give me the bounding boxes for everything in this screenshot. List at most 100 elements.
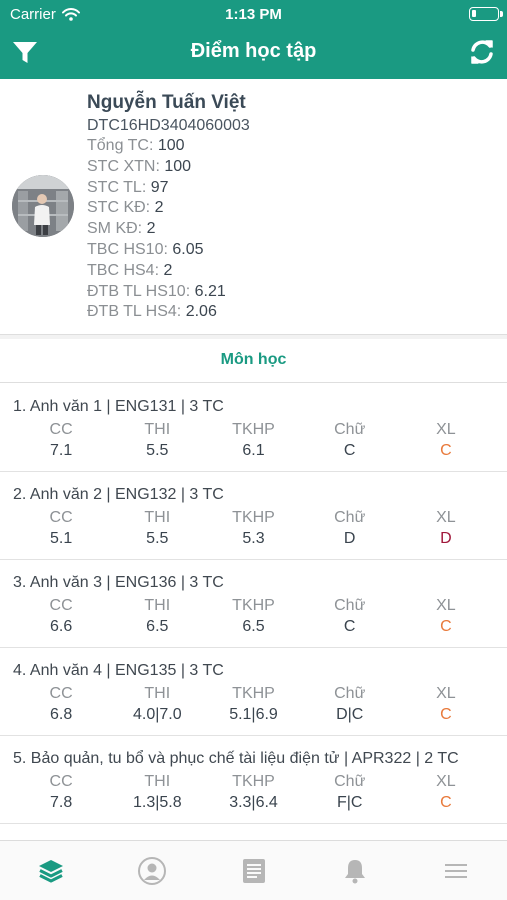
grade-xl: C xyxy=(440,618,452,635)
grade-xl: D xyxy=(440,530,452,547)
col-header-xl: XL xyxy=(436,421,456,438)
grade-xl: C xyxy=(440,442,452,459)
refresh-button[interactable] xyxy=(467,37,497,67)
grade-cc: 6.6 xyxy=(49,618,73,635)
col-header-cc: CC xyxy=(49,773,73,790)
stat-label: STC KĐ: xyxy=(87,199,151,217)
avatar[interactable] xyxy=(12,175,74,237)
col-header-chu: Chữ xyxy=(334,597,366,614)
col-header-tkhp: TKHP xyxy=(232,509,275,526)
col-header-xl: XL xyxy=(436,685,456,702)
top-bar: Carrier 1:13 PM Điểm học tập xyxy=(0,0,507,79)
stat-row: STC TL: 97 xyxy=(87,178,497,199)
stat-row: STC KĐ: 2 xyxy=(87,198,497,219)
course-item[interactable]: 1. Anh văn 1 | ENG131 | 3 TC CC 7.1 THI 5.… xyxy=(0,384,507,472)
course-title: 2. Anh văn 2 | ENG132 | 3 TC xyxy=(13,486,224,503)
grade-cc: 7.8 xyxy=(49,794,73,811)
grade-chu: C xyxy=(343,442,356,459)
tab-documents[interactable] xyxy=(203,841,304,900)
document-icon xyxy=(242,858,265,883)
stat-value: 2.06 xyxy=(185,303,217,321)
col-header-xl: XL xyxy=(436,773,456,790)
grade-tkhp: 6.5 xyxy=(242,618,265,635)
avatar-photo-icon xyxy=(12,175,74,237)
nav-bar: Điểm học tập xyxy=(0,28,507,79)
course-item[interactable]: 3. Anh văn 3 | ENG136 | 3 TC CC 6.6 THI 6.… xyxy=(0,560,507,648)
stat-value: 100 xyxy=(164,157,192,175)
stat-value: 2 xyxy=(146,220,156,238)
grade-chu: D xyxy=(343,530,356,547)
tab-bar xyxy=(0,840,507,900)
grade-grid: CC 6.8 THI 4.0|7.0 TKHP 5.1|6.9 Chữ D|C XL C xyxy=(13,684,494,725)
col-header-thi: THI xyxy=(144,773,171,790)
stat-value: 100 xyxy=(157,137,185,154)
student-name: Nguyễn Tuấn Việt xyxy=(87,92,246,113)
stat-row: Tổng TC: 100 xyxy=(87,136,497,157)
tab-menu[interactable] xyxy=(406,841,507,900)
course-list[interactable]: 1. Anh văn 1 | ENG131 | 3 TC CC 7.1 THI 5.… xyxy=(0,384,507,840)
grade-grid: CC 7.8 THI 1.3|5.8 TKHP 3.3|6.4 Chữ F|C XL C xyxy=(13,772,494,813)
refresh-icon xyxy=(471,40,493,64)
grade-thi: 5.5 xyxy=(146,442,169,459)
tab-notifications[interactable] xyxy=(304,841,405,900)
grade-chu: C xyxy=(343,618,356,635)
stat-row: TBC HS10: 6.05 xyxy=(87,240,497,261)
col-header-xl: XL xyxy=(436,509,456,526)
tab-profile[interactable] xyxy=(101,841,202,900)
page-title: Điểm học tập xyxy=(190,40,317,62)
stat-label: SM KĐ: xyxy=(87,220,143,238)
battery-icon xyxy=(469,7,503,21)
col-header-chu: Chữ xyxy=(334,421,366,438)
tab-grades[interactable] xyxy=(0,841,101,900)
grade-thi: 4.0|7.0 xyxy=(132,706,182,723)
grade-tkhp: 3.3|6.4 xyxy=(229,794,278,811)
col-header-thi: THI xyxy=(144,421,171,438)
grade-grid: CC 5.1 THI 5.5 TKHP 5.3 Chữ D XL D xyxy=(13,508,494,549)
course-item[interactable]: 2. Anh văn 2 | ENG132 | 3 TC CC 5.1 THI 5.… xyxy=(0,472,507,560)
profile-icon xyxy=(138,856,167,885)
grade-chu: F|C xyxy=(336,794,363,811)
menu-icon xyxy=(445,863,468,878)
app-screen: Carrier 1:13 PM Điểm học tập Nguyễn Tuấn… xyxy=(0,0,507,900)
grade-tkhp: 5.3 xyxy=(242,530,265,547)
grade-xl: C xyxy=(440,794,452,811)
grade-thi: 6.5 xyxy=(146,618,169,635)
col-header-cc: CC xyxy=(49,597,73,614)
grade-tkhp: 5.1|6.9 xyxy=(229,706,278,723)
stat-label: Tổng TC: xyxy=(87,137,154,154)
stat-label: STC TL: xyxy=(87,178,147,196)
section-title: Môn học xyxy=(0,339,507,383)
col-header-chu: Chữ xyxy=(334,773,366,790)
grade-thi: 5.5 xyxy=(146,530,169,547)
col-header-thi: THI xyxy=(144,685,171,702)
grade-grid: CC 7.1 THI 5.5 TKHP 6.1 Chữ C XL C xyxy=(13,420,494,461)
grade-xl: C xyxy=(440,706,452,723)
stat-label: ĐTB TL HS10: xyxy=(87,282,191,300)
course-item[interactable]: 4. Anh văn 4 | ENG135 | 3 TC CC 6.8 THI 4.… xyxy=(0,648,507,736)
course-item[interactable]: 5. Bảo quản, tu bổ và phục chế tài liệu … xyxy=(0,736,507,824)
col-header-chu: Chữ xyxy=(334,685,366,702)
stat-row: ĐTB TL HS10: 6.21 xyxy=(87,282,497,303)
stat-value: 2 xyxy=(163,261,173,279)
stat-value: 2 xyxy=(154,199,164,217)
stat-value: 6.21 xyxy=(194,282,226,300)
col-header-thi: THI xyxy=(144,509,171,526)
col-header-cc: CC xyxy=(49,509,73,526)
stat-value: 97 xyxy=(150,178,169,196)
grade-chu: D|C xyxy=(336,706,364,723)
student-id: DTC16HD3404060003 xyxy=(87,117,250,134)
col-header-tkhp: TKHP xyxy=(232,685,275,702)
col-header-xl: XL xyxy=(436,597,456,614)
grade-tkhp: 6.1 xyxy=(242,442,265,459)
stat-label: STC XTN: xyxy=(87,157,160,175)
stat-row: STC XTN: 100 xyxy=(87,157,497,178)
col-header-tkhp: TKHP xyxy=(232,421,275,438)
course-title: 1. Anh văn 1 | ENG131 | 3 TC xyxy=(13,398,224,415)
grade-grid: CC 6.6 THI 6.5 TKHP 6.5 Chữ C XL C xyxy=(13,596,494,637)
status-time: 1:13 PM xyxy=(225,6,282,23)
course-title: 5. Bảo quản, tu bổ và phục chế tài liệu … xyxy=(13,750,459,767)
grade-cc: 6.8 xyxy=(49,706,73,723)
col-header-chu: Chữ xyxy=(334,509,366,526)
stat-row: TBC HS4: 2 xyxy=(87,261,497,282)
course-title: 4. Anh văn 4 | ENG135 | 3 TC xyxy=(13,662,224,679)
